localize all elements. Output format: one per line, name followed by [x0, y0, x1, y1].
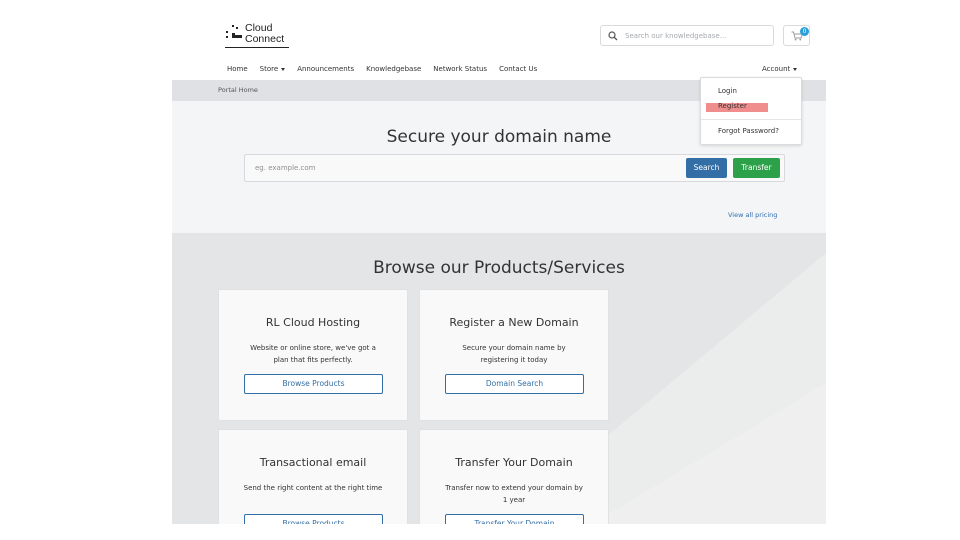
nav-item-store-label: Store — [259, 65, 279, 73]
nav-item-contact-us[interactable]: Contact Us — [499, 65, 537, 77]
logo-mark-icon — [226, 25, 242, 38]
nav-item-announcements[interactable]: Announcements — [297, 65, 354, 77]
product-card: Transfer Your Domain Transfer now to ext… — [419, 429, 609, 524]
site-header: Cloud Connect 0 Home Store Announcements — [172, 16, 826, 80]
product-card: RL Cloud Hosting Website or online store… — [218, 289, 408, 421]
product-card-title: RL Cloud Hosting — [265, 316, 361, 329]
menu-item-forgot-password[interactable]: Forgot Password? — [718, 127, 779, 135]
product-card-description: Send the right content at the right time — [243, 484, 383, 492]
product-card-title: Register a New Domain — [449, 316, 579, 329]
cart-button[interactable]: 0 — [783, 25, 810, 46]
knowledgebase-search[interactable] — [600, 25, 774, 46]
search-icon[interactable] — [608, 31, 618, 41]
cart-count-badge: 0 — [800, 27, 809, 36]
caret-down-icon — [281, 67, 286, 71]
product-card-description: Website or online store, we've got a pla… — [250, 344, 376, 364]
account-label: Account — [762, 65, 791, 73]
knowledgebase-search-input[interactable] — [625, 28, 769, 43]
products-title: Browse our Products/Services — [373, 258, 625, 278]
brand-name: Cloud Connect — [245, 23, 284, 45]
transfer-domain-button[interactable]: Transfer Your Domain — [445, 514, 584, 524]
main-nav: Home Store Announcements Knowledgebase N… — [227, 65, 537, 77]
breadcrumb-portal-home[interactable]: Portal Home — [218, 86, 258, 94]
browse-products-button[interactable]: Browse Products — [244, 514, 383, 524]
caret-down-icon — [793, 67, 798, 71]
browse-products-button[interactable]: Browse Products — [244, 374, 383, 394]
account-dropdown-menu: Login Register Forgot Password? — [700, 77, 802, 145]
menu-item-login[interactable]: Login — [718, 87, 737, 95]
menu-divider — [701, 119, 801, 120]
product-card: Register a New Domain Secure your domain… — [419, 289, 609, 421]
nav-item-store[interactable]: Store — [260, 65, 286, 77]
browser-page: Cloud Connect 0 Home Store Announcements — [172, 16, 826, 524]
product-card: Transactional email Send the right conte… — [218, 429, 408, 524]
domain-search-button[interactable]: Search — [686, 158, 727, 178]
product-card-description: Transfer now to extend your domain by 1 … — [445, 484, 583, 504]
logo-underline — [225, 47, 289, 48]
domain-search-form: Search Transfer — [244, 154, 785, 182]
brand-name-line2: Connect — [245, 33, 285, 45]
nav-item-network-status[interactable]: Network Status — [433, 65, 487, 77]
view-all-pricing-link[interactable]: View all pricing — [728, 211, 777, 219]
nav-item-knowledgebase[interactable]: Knowledgebase — [366, 65, 421, 77]
domain-search-card-button[interactable]: Domain Search — [445, 374, 584, 394]
product-card-title: Transfer Your Domain — [455, 456, 573, 469]
domain-transfer-button[interactable]: Transfer — [733, 158, 780, 178]
products-section: Browse our Products/Services RL Cloud Ho… — [172, 233, 826, 524]
nav-item-home[interactable]: Home — [227, 65, 248, 77]
product-card-title: Transactional email — [259, 456, 367, 469]
menu-item-register[interactable]: Register — [718, 102, 747, 110]
account-menu-toggle[interactable]: Account — [762, 65, 798, 73]
brand-logo[interactable]: Cloud Connect — [225, 23, 295, 50]
product-card-description: Secure your domain name by registering i… — [462, 344, 566, 364]
domain-input[interactable] — [255, 161, 675, 175]
